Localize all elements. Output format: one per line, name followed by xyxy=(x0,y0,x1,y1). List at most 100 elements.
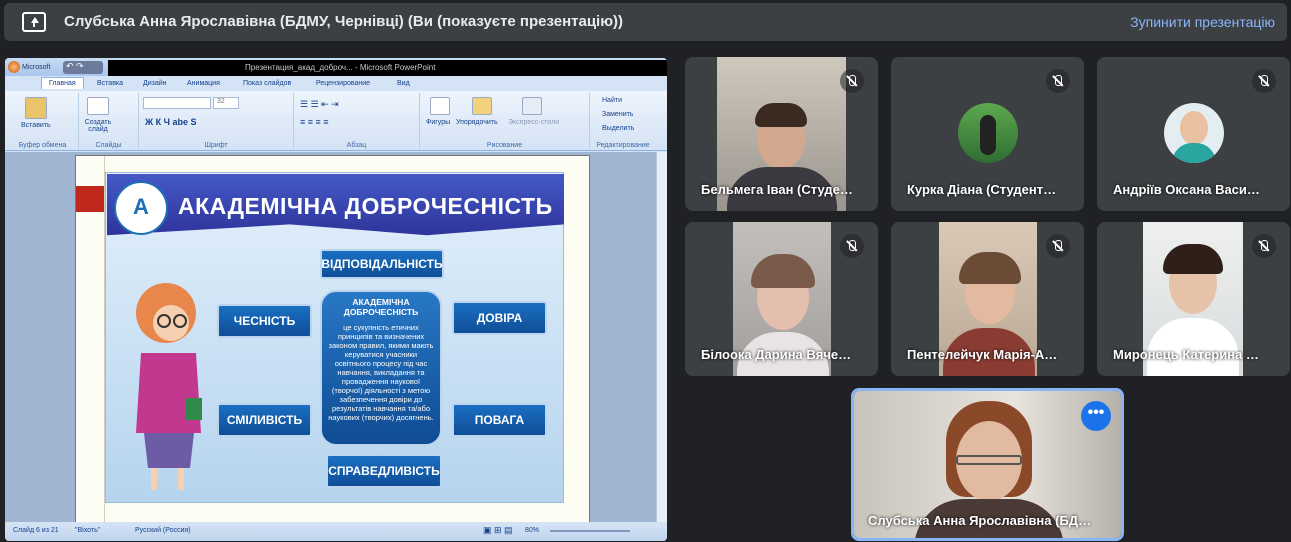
participant-tile[interactable]: Білоока Дарина Вяче… xyxy=(685,222,878,376)
tab-slideshow[interactable]: Показ слайдов xyxy=(243,80,291,87)
mic-off-icon xyxy=(1252,234,1276,258)
tab-home[interactable]: Главная xyxy=(41,77,84,89)
font-size-box[interactable]: 32 xyxy=(213,97,239,109)
definition-heading: АКАДЕМІЧНА ДОБРОЧЕСНІСТЬ xyxy=(343,297,419,317)
group-clipboard: Вставить Буфер обмена xyxy=(7,93,79,149)
zoom-level: 80% xyxy=(525,527,540,534)
paste-icon[interactable] xyxy=(25,97,47,119)
ribbon-tabs: Главная Вставка Дизайн Анимация Показ сл… xyxy=(5,76,667,91)
undo-redo-icons[interactable]: ↶ ↷ xyxy=(63,61,103,74)
group-label: Рисование xyxy=(486,142,523,149)
tab-review[interactable]: Рецензирование xyxy=(316,80,370,87)
mic-off-icon xyxy=(1252,69,1276,93)
mic-off-icon xyxy=(840,234,864,258)
tab-insert[interactable]: Вставка xyxy=(97,80,123,87)
theme-name: "Віхоть" xyxy=(75,527,101,534)
select-button[interactable]: Выделить xyxy=(602,125,634,132)
group-editing: Найти Заменить Выделить Редактирование xyxy=(590,93,656,149)
group-drawing: Фигуры Упорядочить Экспресс-стили Рисова… xyxy=(420,93,590,149)
language: Русский (Россия) xyxy=(135,527,191,534)
list-icons[interactable]: ☰ ☰ ⇤ ⇥ xyxy=(300,99,339,110)
view-buttons[interactable]: ▣ ⊞ ▤ xyxy=(483,525,513,536)
value-fairness: СПРАВЕДЛИВІСТЬ xyxy=(326,454,442,488)
value-courage: СМІЛИВІСТЬ xyxy=(217,403,312,437)
avatar-shirt xyxy=(1172,143,1216,163)
find-button[interactable]: Найти xyxy=(602,97,622,104)
group-label: Абзац xyxy=(346,142,367,149)
participant-name: Курка Діана (Студент… xyxy=(907,182,1057,197)
office-button[interactable] xyxy=(8,61,20,73)
university-logo: A xyxy=(114,181,168,235)
presenting-title: Слубська Анна Ярославівна (БДМУ, Чернівц… xyxy=(64,13,624,30)
participant-name: Андріїв Оксана Васи… xyxy=(1113,182,1260,197)
new-slide-label[interactable]: Создать слайд xyxy=(83,119,113,133)
participant-name: Бельмега Іван (Студе… xyxy=(701,182,853,197)
participant-name: Миронець Катерина … xyxy=(1113,347,1259,362)
present-screen-icon xyxy=(22,12,46,32)
quick-styles-icon[interactable] xyxy=(522,97,542,115)
participant-name: Білоока Дарина Вяче… xyxy=(701,347,852,362)
ppt-window-title: Презентация_акад_доброч... - Microsoft P… xyxy=(245,63,436,72)
participant-tile[interactable]: Андріїв Оксана Васи… xyxy=(1097,57,1290,211)
shapes-label[interactable]: Фигуры xyxy=(426,119,450,126)
participant-hair xyxy=(1163,244,1223,274)
value-honesty: ЧЕСНІСТЬ xyxy=(217,304,312,338)
definition-box: АКАДЕМІЧНА ДОБРОЧЕСНІСТЬ це сукупність е… xyxy=(320,290,442,446)
ribbon: Вставить Буфер обмена Создать слайд Слай… xyxy=(5,91,667,151)
group-label: Буфер обмена xyxy=(18,142,67,149)
align-icons[interactable]: ≡ ≡ ≡ ≡ xyxy=(300,117,329,127)
participant-avatar xyxy=(958,103,1018,163)
participant-tile[interactable]: Бельмега Іван (Студе… xyxy=(685,57,878,211)
font-family-box[interactable] xyxy=(143,97,211,109)
participant-hair xyxy=(755,103,807,127)
window-controls[interactable] xyxy=(593,60,667,76)
paste-label[interactable]: Вставить xyxy=(21,122,51,129)
group-label: Слайды xyxy=(95,142,122,149)
arrange-icon[interactable] xyxy=(472,97,492,115)
group-paragraph: ☰ ☰ ⇤ ⇥ ≡ ≡ ≡ ≡ Абзац xyxy=(294,93,420,149)
slide-counter: Слайд 6 из 21 xyxy=(13,527,59,534)
ppt-title-bar: Microsoft ↶ ↷ Презентация_акад_доброч...… xyxy=(5,58,667,76)
mic-off-icon xyxy=(1046,234,1070,258)
slide-title: АКАДЕМІЧНА ДОБРОЧЕСНІСТЬ xyxy=(178,193,553,219)
group-label: Редактирование xyxy=(596,142,650,149)
tab-animation[interactable]: Анимация xyxy=(187,80,220,87)
participant-avatar xyxy=(1164,103,1224,163)
mic-off-icon xyxy=(1046,69,1070,93)
group-label: Шрифт xyxy=(204,142,228,149)
value-responsibility: ВІДПОВІДАЛЬНІСТЬ xyxy=(320,249,444,279)
value-trust: ДОВІРА xyxy=(452,301,547,335)
participant-tile[interactable]: Пентелейчук Марія-А… xyxy=(891,222,1084,376)
participant-hair xyxy=(959,252,1021,284)
stop-presenting-button[interactable]: Зупинити презентацію xyxy=(1130,14,1275,30)
zoom-slider[interactable] xyxy=(550,530,630,532)
quick-styles-label[interactable]: Экспресс-стили xyxy=(508,119,559,126)
participant-name: Слубська Анна Ярославівна (БД… xyxy=(868,513,1092,528)
participant-tile[interactable]: Миронець Катерина … xyxy=(1097,222,1290,376)
presentation-banner: Слубська Анна Ярославівна (БДМУ, Чернівц… xyxy=(4,3,1287,41)
arrange-label[interactable]: Упорядочить xyxy=(456,119,498,126)
participant-hair xyxy=(751,254,815,288)
mic-off-icon xyxy=(840,69,864,93)
font-format-icons[interactable]: Ж К Ч abe S xyxy=(145,117,196,127)
teacher-illustration xyxy=(136,283,202,490)
tab-view[interactable]: Вид xyxy=(397,80,410,87)
shapes-icon[interactable] xyxy=(430,97,450,115)
participant-tile[interactable]: Курка Діана (Студент… xyxy=(891,57,1084,211)
replace-button[interactable]: Заменить xyxy=(602,111,633,118)
status-bar: Слайд 6 из 21 "Віхоть" Русский (Россия) … xyxy=(5,522,667,541)
avatar-face xyxy=(1180,111,1208,145)
participant-name: Пентелейчук Марія-А… xyxy=(907,347,1058,362)
glasses xyxy=(956,455,1022,465)
office-label: Microsoft xyxy=(22,64,51,71)
value-respect: ПОВАГА xyxy=(452,403,547,437)
more-options-button[interactable]: ••• xyxy=(1081,401,1111,431)
self-view-tile[interactable]: ••• Слубська Анна Ярославівна (БД… xyxy=(851,388,1124,541)
new-slide-icon[interactable] xyxy=(87,97,109,115)
group-font: 32 Ж К Ч abe S Шрифт xyxy=(139,93,294,149)
vertical-scrollbar[interactable] xyxy=(656,152,667,522)
definition-text: це сукупність етичних принципів та визна… xyxy=(328,323,434,422)
slide-accent-stripe xyxy=(76,186,106,212)
tab-design[interactable]: Дизайн xyxy=(143,80,167,87)
group-slides: Создать слайд Слайды xyxy=(79,93,139,149)
